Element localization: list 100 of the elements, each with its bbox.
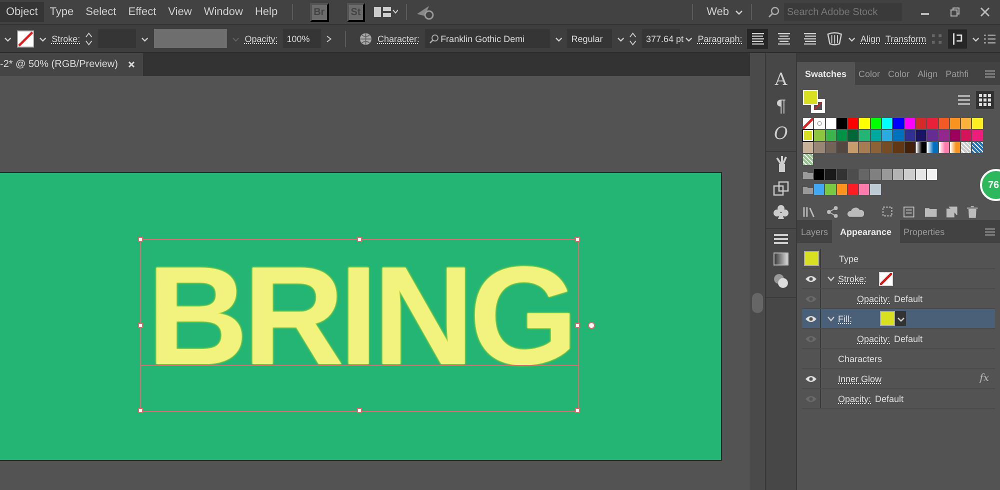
grid-view-icon[interactable] <box>979 94 991 106</box>
selection-handle[interactable] <box>575 408 580 413</box>
swatch-options-icon[interactable] <box>902 206 915 218</box>
eye-icon[interactable] <box>805 314 817 322</box>
swatch[interactable] <box>972 142 983 153</box>
opacity-link[interactable]: Opacity: <box>857 334 890 344</box>
selection-handle[interactable] <box>356 408 362 413</box>
font-style-field[interactable]: Regular <box>567 29 612 48</box>
align-link[interactable]: Align <box>860 34 880 44</box>
swatch[interactable] <box>870 169 881 180</box>
layout-icon[interactable] <box>374 6 398 18</box>
effect-link[interactable]: Inner Glow <box>838 374 882 384</box>
swatch[interactable] <box>848 130 858 141</box>
no-stroke-swatch[interactable] <box>878 272 893 286</box>
menu-item[interactable]: Help <box>248 2 284 22</box>
swatch[interactable] <box>814 184 824 195</box>
library-icon[interactable] <box>803 206 817 218</box>
swatch[interactable] <box>848 184 858 195</box>
swatch[interactable] <box>814 130 825 141</box>
swatch[interactable] <box>826 142 836 153</box>
swatch[interactable] <box>916 169 926 180</box>
swatch[interactable] <box>938 130 949 141</box>
swatch[interactable] <box>927 118 938 129</box>
close-icon[interactable] <box>128 61 135 68</box>
swatch[interactable] <box>916 142 926 153</box>
document-tab[interactable]: -2* @ 50% (RGB/Preview) <box>0 53 143 76</box>
swatch[interactable] <box>825 184 836 195</box>
align-button[interactable] <box>747 28 768 48</box>
fill-swatch[interactable] <box>880 311 895 326</box>
swatch[interactable] <box>961 118 972 129</box>
fill-link[interactable]: Fill: <box>838 314 852 324</box>
swatch[interactable] <box>825 169 836 180</box>
club-icon[interactable] <box>773 204 789 220</box>
panel-tab[interactable]: Layers <box>797 220 832 243</box>
swatch[interactable] <box>961 142 972 153</box>
swatch[interactable] <box>972 118 983 129</box>
swatch[interactable] <box>803 130 814 141</box>
swatch[interactable] <box>859 169 870 180</box>
font-field[interactable]: Franklin Gothic Demi <box>424 29 550 48</box>
menu-item[interactable]: Object <box>0 2 44 22</box>
panel-tab[interactable]: Color <box>884 62 914 85</box>
trash-icon[interactable] <box>967 206 978 218</box>
opacity-link[interactable]: Opacity: <box>857 294 890 304</box>
selection-handle[interactable] <box>138 237 143 242</box>
stroke-panel-icon[interactable] <box>773 233 789 245</box>
menu-item[interactable]: View <box>162 2 198 22</box>
panel-button[interactable]: ¶ <box>770 96 792 116</box>
eye-icon[interactable] <box>805 274 817 282</box>
fill-stroke-indicator[interactable] <box>803 90 827 114</box>
swatch[interactable] <box>836 130 848 141</box>
menu-icon[interactable] <box>985 70 995 78</box>
swatch[interactable] <box>882 118 892 129</box>
transparency-icon[interactable] <box>773 273 789 289</box>
panel-tab[interactable]: Align <box>914 62 942 85</box>
swatch[interactable] <box>916 130 926 141</box>
swatch[interactable] <box>927 142 938 153</box>
list-view-icon[interactable] <box>958 95 970 105</box>
swatch[interactable] <box>972 130 983 141</box>
panel-tab[interactable]: Swatches <box>797 62 855 85</box>
selection-handle[interactable] <box>575 237 580 242</box>
fx-button[interactable]: fx <box>980 373 989 384</box>
swatch[interactable] <box>803 154 814 165</box>
swatch[interactable] <box>893 118 904 129</box>
panel-tab[interactable]: Appearance <box>832 220 900 243</box>
swatch[interactable] <box>814 118 825 129</box>
menu-item[interactable]: Window <box>198 2 249 22</box>
swatch[interactable] <box>904 142 915 153</box>
swatch[interactable] <box>893 169 904 180</box>
swatch[interactable] <box>836 169 847 180</box>
opacity-label[interactable]: Opacity: <box>244 34 278 44</box>
rotation-handle[interactable] <box>588 322 595 328</box>
swatch[interactable] <box>926 169 938 180</box>
sync-icon[interactable] <box>414 4 435 20</box>
swatch[interactable] <box>836 118 848 129</box>
swatch[interactable] <box>870 184 881 195</box>
swatch[interactable] <box>836 184 847 195</box>
swatch[interactable] <box>870 142 882 153</box>
swatch[interactable] <box>916 118 926 129</box>
paragraph-label[interactable]: Paragraph: <box>698 34 742 44</box>
share-icon[interactable] <box>826 206 838 218</box>
panel-tab[interactable]: Pathfi <box>942 62 973 85</box>
transform-link[interactable]: Transform <box>885 34 926 44</box>
selection-handle[interactable] <box>575 322 580 328</box>
stroke-link[interactable]: Stroke: <box>838 274 867 284</box>
menu-item[interactable]: Select <box>80 2 122 22</box>
swatch[interactable] <box>826 118 836 129</box>
workspace-switcher[interactable]: Web <box>700 2 735 22</box>
brush-field[interactable] <box>154 29 228 48</box>
panel-button[interactable]: A <box>768 69 794 89</box>
character-label[interactable]: Character: <box>378 34 420 44</box>
stepper-icon[interactable] <box>85 30 93 46</box>
swatch[interactable] <box>848 169 858 180</box>
cloud-icon[interactable] <box>846 206 864 218</box>
selection-handle[interactable] <box>138 322 143 328</box>
selection-handle[interactable] <box>356 237 362 242</box>
swatch[interactable] <box>938 118 949 129</box>
swatch[interactable] <box>870 130 882 141</box>
swatch[interactable] <box>814 169 824 180</box>
color-swatch[interactable] <box>804 251 818 266</box>
swatch[interactable] <box>938 142 949 153</box>
